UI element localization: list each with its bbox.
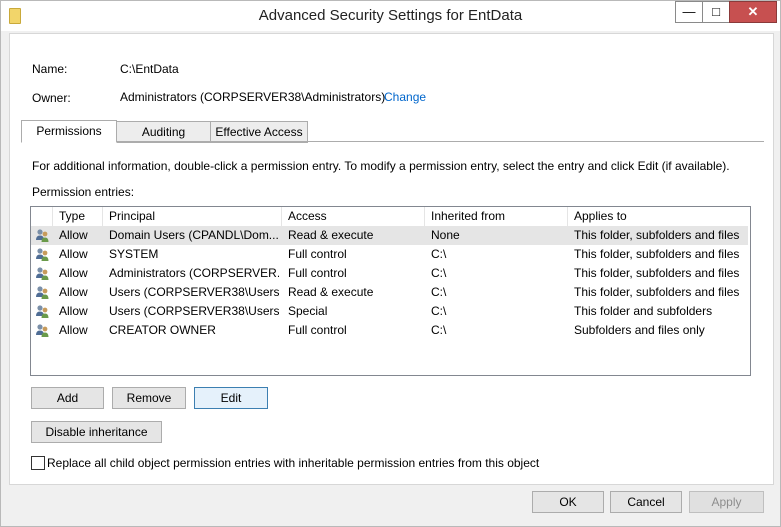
cell-type: Allow: [59, 285, 88, 299]
cell-inherited: None: [431, 228, 460, 242]
minimize-icon: —: [682, 4, 696, 19]
cell-inherited: C:\: [431, 266, 447, 280]
user-group-icon: [35, 266, 50, 281]
advanced-security-window: Advanced Security Settings for EntData —…: [0, 0, 781, 527]
column-header-applies-to[interactable]: Applies to: [568, 207, 643, 226]
cell-principal: Domain Users (CPANDL\Dom...: [109, 228, 279, 242]
change-owner-link[interactable]: Change: [384, 90, 426, 104]
permission-entries-label: Permission entries:: [32, 185, 135, 199]
permission-entry-row[interactable]: Allow Users (CORPSERVER38\Users) Special C:…: [31, 302, 748, 321]
tab-permissions[interactable]: Permissions: [21, 120, 117, 143]
replace-child-permissions-label: Replace all child object permission entr…: [47, 456, 540, 470]
cell-inherited: C:\: [431, 323, 447, 337]
maximize-button[interactable]: □: [702, 1, 730, 23]
disable-inheritance-button[interactable]: Disable inheritance: [31, 421, 162, 443]
close-button[interactable]: ✕: [729, 1, 777, 23]
name-value: C:\EntData: [120, 62, 179, 76]
permission-entry-row[interactable]: Allow Users (CORPSERVER38\Users) Read & ex…: [31, 283, 748, 302]
permission-entry-row[interactable]: Allow Administrators (CORPSERVER... Full c…: [31, 264, 748, 283]
tab-panel-border: [21, 141, 764, 142]
column-header-inherited-from[interactable]: Inherited from: [425, 207, 568, 226]
permission-entry-row[interactable]: Allow Domain Users (CPANDL\Dom... Read & e…: [31, 226, 748, 245]
user-group-icon: [35, 228, 50, 243]
cell-type: Allow: [59, 247, 88, 261]
column-header-principal[interactable]: Principal: [103, 207, 282, 226]
user-group-icon: [35, 304, 50, 319]
cell-inherited: C:\: [431, 247, 447, 261]
edit-button[interactable]: Edit: [194, 387, 268, 409]
cell-access: Full control: [288, 323, 347, 337]
cell-applies: This folder, subfolders and files: [574, 285, 740, 299]
cell-applies: This folder, subfolders and files: [574, 266, 740, 280]
tab-effective-access[interactable]: Effective Access: [210, 121, 308, 143]
cell-applies: This folder, subfolders and files: [574, 228, 740, 242]
cell-access: Full control: [288, 247, 347, 261]
cell-access: Read & execute: [288, 285, 374, 299]
instructions-text: For additional information, double-click…: [32, 159, 730, 173]
user-group-icon: [35, 285, 50, 300]
cell-type: Allow: [59, 304, 88, 318]
owner-label: Owner:: [32, 91, 71, 105]
replace-child-permissions-checkbox[interactable]: [31, 456, 45, 470]
column-header-type[interactable]: Type: [53, 207, 103, 226]
cell-type: Allow: [59, 323, 88, 337]
maximize-icon: □: [712, 4, 720, 19]
title-bar[interactable]: Advanced Security Settings for EntData —…: [1, 1, 780, 31]
cell-principal: Users (CORPSERVER38\Users): [109, 304, 279, 318]
apply-button[interactable]: Apply: [689, 491, 764, 513]
close-icon: ✕: [747, 4, 759, 19]
cell-applies: This folder, subfolders and files: [574, 247, 740, 261]
cell-inherited: C:\: [431, 285, 447, 299]
permission-entry-row[interactable]: Allow SYSTEM Full control C:\ This folder, s…: [31, 245, 748, 264]
cell-access: Full control: [288, 266, 347, 280]
cell-applies: Subfolders and files only: [574, 323, 705, 337]
tab-auditing[interactable]: Auditing: [116, 121, 211, 143]
cell-access: Read & execute: [288, 228, 374, 242]
permission-entries-list[interactable]: Type Principal Access Inherited from App…: [30, 206, 751, 376]
user-group-icon: [35, 323, 50, 338]
owner-value: Administrators (CORPSERVER38\Administrat…: [120, 90, 386, 104]
minimize-button[interactable]: —: [675, 1, 703, 23]
cell-principal: Users (CORPSERVER38\Users): [109, 285, 279, 299]
name-label: Name:: [32, 62, 68, 76]
add-button[interactable]: Add: [31, 387, 104, 409]
column-header-icon: [31, 207, 53, 226]
cell-type: Allow: [59, 228, 88, 242]
window-title: Advanced Security Settings for EntData: [258, 7, 523, 24]
permission-entry-row[interactable]: Allow CREATOR OWNER Full control C:\ Subfold…: [31, 321, 748, 340]
cell-inherited: C:\: [431, 304, 447, 318]
cell-principal: CREATOR OWNER: [109, 323, 216, 337]
cell-type: Allow: [59, 266, 88, 280]
cell-principal: SYSTEM: [109, 247, 159, 261]
column-header-access[interactable]: Access: [282, 207, 425, 226]
user-group-icon: [35, 247, 50, 262]
cell-applies: This folder and subfolders: [574, 304, 713, 318]
remove-button[interactable]: Remove: [112, 387, 186, 409]
ok-button[interactable]: OK: [532, 491, 604, 513]
cell-access: Special: [288, 304, 328, 318]
cancel-button[interactable]: Cancel: [610, 491, 682, 513]
cell-principal: Administrators (CORPSERVER...: [109, 266, 279, 280]
